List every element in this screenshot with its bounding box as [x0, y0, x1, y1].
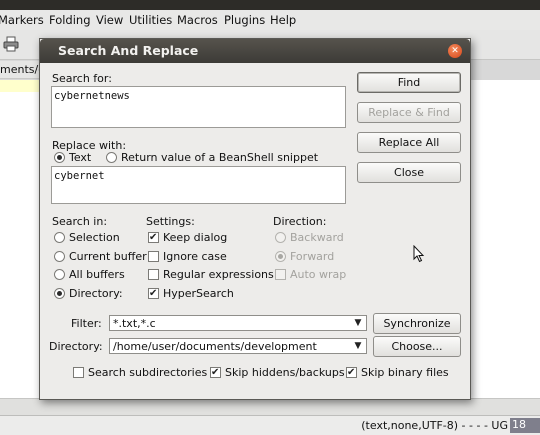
skip-hiddens-label: Skip hiddens/backups — [225, 366, 345, 379]
search-for-input[interactable]: cybernetnews — [51, 86, 346, 128]
search-subdirectories-label: Search subdirectories — [88, 366, 208, 379]
search-and-replace-dialog: Search And Replace ✕ Search for: cyberne… — [39, 38, 471, 400]
settings-label: Settings: — [146, 215, 195, 228]
ignore-case-label: Ignore case — [163, 250, 227, 263]
skip-binary-label: Skip binary files — [361, 366, 449, 379]
skip-hiddens-checkbox[interactable] — [210, 367, 221, 378]
replace-text-radio[interactable] — [54, 152, 65, 163]
direction-backward-label: Backward — [290, 231, 344, 244]
replace-text-label: Text — [69, 151, 92, 164]
menu-markers[interactable]: Markers — [0, 13, 44, 27]
directory-label: Directory: — [49, 340, 103, 353]
auto-wrap-checkbox[interactable] — [275, 269, 286, 280]
mouse-cursor-icon — [413, 245, 425, 263]
top-panel — [0, 0, 540, 10]
search-in-all-buffers-radio[interactable] — [54, 269, 65, 280]
directory-combobox[interactable]: /home/user/documents/development ▼ — [109, 338, 367, 354]
dropdown-arrow-icon[interactable]: ▼ — [352, 341, 364, 352]
menu-plugins[interactable]: Plugins — [224, 13, 265, 27]
menu-folding[interactable]: Folding — [49, 13, 91, 27]
search-in-directory-radio[interactable] — [54, 288, 65, 299]
status-text: (text,none,UTF-8) - - - - UG — [361, 419, 508, 432]
find-button[interactable]: Find — [357, 72, 461, 93]
menu-view[interactable]: View — [96, 13, 123, 27]
search-in-all-buffers-label: All buffers — [69, 268, 125, 281]
filter-combobox[interactable]: *.txt,*.c ▼ — [109, 315, 367, 331]
search-for-label: Search for: — [52, 72, 112, 85]
bottom-panel — [0, 398, 540, 415]
close-icon[interactable]: ✕ — [448, 44, 462, 58]
replace-and-find-button[interactable]: Replace & Find — [357, 102, 461, 123]
ignore-case-checkbox[interactable] — [148, 251, 159, 262]
dialog-title: Search And Replace — [58, 43, 199, 58]
dialog-titlebar[interactable]: Search And Replace ✕ — [40, 39, 470, 63]
keep-dialog-label: Keep dialog — [163, 231, 228, 244]
search-in-selection-label: Selection — [69, 231, 120, 244]
status-bar: (text,none,UTF-8) - - - - UG 18 — [0, 415, 540, 435]
regular-expressions-label: Regular expressions — [163, 268, 274, 281]
search-subdirectories-checkbox[interactable] — [73, 367, 84, 378]
dropdown-arrow-icon[interactable]: ▼ — [352, 318, 364, 329]
replace-all-button[interactable]: Replace All — [357, 132, 461, 153]
regular-expressions-checkbox[interactable] — [148, 269, 159, 280]
search-in-directory-label: Directory: — [69, 287, 123, 300]
menu-help[interactable]: Help — [270, 13, 296, 27]
status-position: 18 — [510, 418, 540, 433]
direction-backward-radio[interactable] — [275, 232, 286, 243]
replace-beanshell-label: Return value of a BeanShell snippet — [121, 151, 319, 164]
replace-beanshell-radio[interactable] — [106, 152, 117, 163]
direction-label: Direction: — [273, 215, 327, 228]
menubar: Markers Folding View Utilities Macros Pl… — [0, 10, 540, 30]
search-in-selection-radio[interactable] — [54, 232, 65, 243]
replace-with-input[interactable]: cybernet — [51, 166, 346, 204]
hypersearch-checkbox[interactable] — [148, 288, 159, 299]
search-in-current-buffer-label: Current buffer — [69, 250, 147, 263]
direction-forward-label: Forward — [290, 250, 335, 263]
search-in-label: Search in: — [52, 215, 108, 228]
printer-icon[interactable] — [3, 36, 19, 52]
menu-macros[interactable]: Macros — [177, 13, 218, 27]
breadcrumb: ments/dev — [0, 61, 42, 79]
current-line-highlight — [0, 80, 40, 92]
keep-dialog-checkbox[interactable] — [148, 232, 159, 243]
filter-label: Filter: — [71, 317, 102, 330]
auto-wrap-label: Auto wrap — [290, 268, 347, 281]
close-button[interactable]: Close — [357, 162, 461, 183]
hypersearch-label: HyperSearch — [163, 287, 234, 300]
direction-forward-radio[interactable] — [275, 251, 286, 262]
search-in-current-buffer-radio[interactable] — [54, 251, 65, 262]
directory-value: /home/user/documents/development — [113, 340, 317, 353]
skip-binary-checkbox[interactable] — [346, 367, 357, 378]
choose-directory-button[interactable]: Choose... — [373, 336, 461, 357]
synchronize-button[interactable]: Synchronize — [373, 313, 461, 334]
menu-utilities[interactable]: Utilities — [129, 13, 172, 27]
filter-value: *.txt,*.c — [113, 317, 156, 330]
